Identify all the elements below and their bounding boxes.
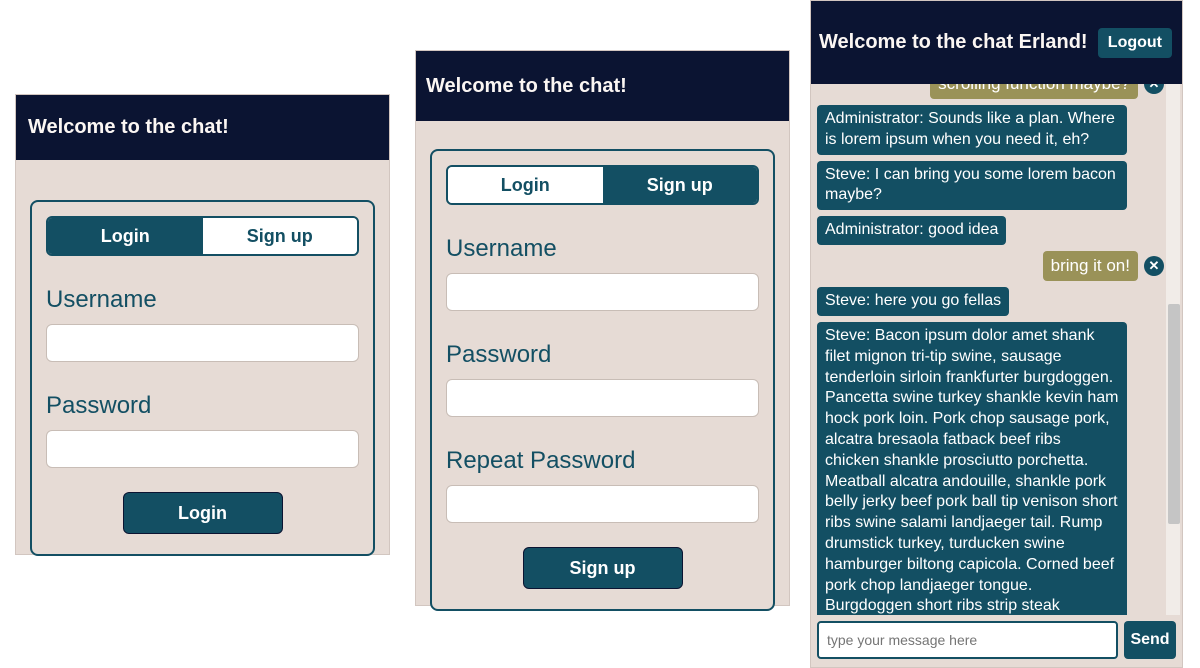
message-row: scrolling function maybe? ✕	[817, 84, 1164, 99]
header-title: Welcome to the chat!	[426, 75, 627, 98]
repeat-password-input[interactable]	[446, 485, 759, 523]
signup-button[interactable]: Sign up	[523, 547, 683, 589]
message-row: Administrator: good idea	[817, 216, 1164, 245]
message-other: Administrator: good idea	[817, 216, 1006, 245]
delete-message-icon[interactable]: ✕	[1144, 84, 1164, 94]
auth-tabs: Login Sign up	[446, 165, 759, 205]
scrollbar-thumb[interactable]	[1168, 304, 1180, 524]
header-title: Welcome to the chat Erland!	[819, 31, 1088, 54]
message-other: Administrator: Sounds like a plan. Where…	[817, 105, 1127, 155]
chat-body: scrolling function maybe? ✕ Administrator:…	[811, 84, 1182, 615]
username-input[interactable]	[46, 324, 359, 362]
login-panel: Welcome to the chat! Login Sign up Usern…	[15, 94, 390, 555]
signup-card: Login Sign up Username Password Repeat P…	[430, 149, 775, 611]
auth-tabs: Login Sign up	[46, 216, 359, 256]
message-other: Steve: I can bring you some lorem bacon …	[817, 161, 1127, 211]
login-card: Login Sign up Username Password Login	[30, 200, 375, 556]
delete-message-icon[interactable]: ✕	[1144, 256, 1164, 276]
chat-messages[interactable]: scrolling function maybe? ✕ Administrator:…	[817, 84, 1164, 615]
message-row: Steve: I can bring you some lorem bacon …	[817, 161, 1164, 211]
message-input[interactable]	[817, 621, 1118, 659]
password-input[interactable]	[46, 430, 359, 468]
panel-header: Welcome to the chat!	[416, 51, 789, 121]
message-other: Steve: here you go fellas	[817, 287, 1009, 316]
send-button[interactable]: Send	[1124, 621, 1176, 659]
username-label: Username	[46, 286, 359, 314]
tab-login[interactable]: Login	[48, 218, 203, 254]
message-row: Steve: here you go fellas	[817, 287, 1164, 316]
message-row: Administrator: Sounds like a plan. Where…	[817, 105, 1164, 155]
message-mine: bring it on!	[1043, 251, 1138, 281]
username-input[interactable]	[446, 273, 759, 311]
repeat-password-label: Repeat Password	[446, 447, 759, 475]
password-label: Password	[446, 341, 759, 369]
panel-header: Welcome to the chat!	[16, 95, 389, 160]
tab-login[interactable]: Login	[448, 167, 603, 203]
username-label: Username	[446, 235, 759, 263]
message-row: Steve: Bacon ipsum dolor amet shank file…	[817, 322, 1164, 615]
signup-panel: Welcome to the chat! Login Sign up Usern…	[415, 50, 790, 606]
tab-signup[interactable]: Sign up	[203, 218, 358, 254]
login-button[interactable]: Login	[123, 492, 283, 534]
logout-button[interactable]: Logout	[1098, 28, 1172, 58]
message-mine: scrolling function maybe?	[930, 84, 1138, 99]
message-other: Steve: Bacon ipsum dolor amet shank file…	[817, 322, 1127, 615]
tab-signup[interactable]: Sign up	[603, 167, 758, 203]
header-title: Welcome to the chat!	[28, 116, 229, 139]
panel-header: Welcome to the chat Erland! Logout	[811, 1, 1182, 84]
chat-input-bar: Send	[817, 621, 1176, 659]
chat-panel: Welcome to the chat Erland! Logout scrol…	[810, 0, 1183, 668]
message-row: bring it on! ✕	[817, 251, 1164, 281]
password-label: Password	[46, 392, 359, 420]
password-input[interactable]	[446, 379, 759, 417]
